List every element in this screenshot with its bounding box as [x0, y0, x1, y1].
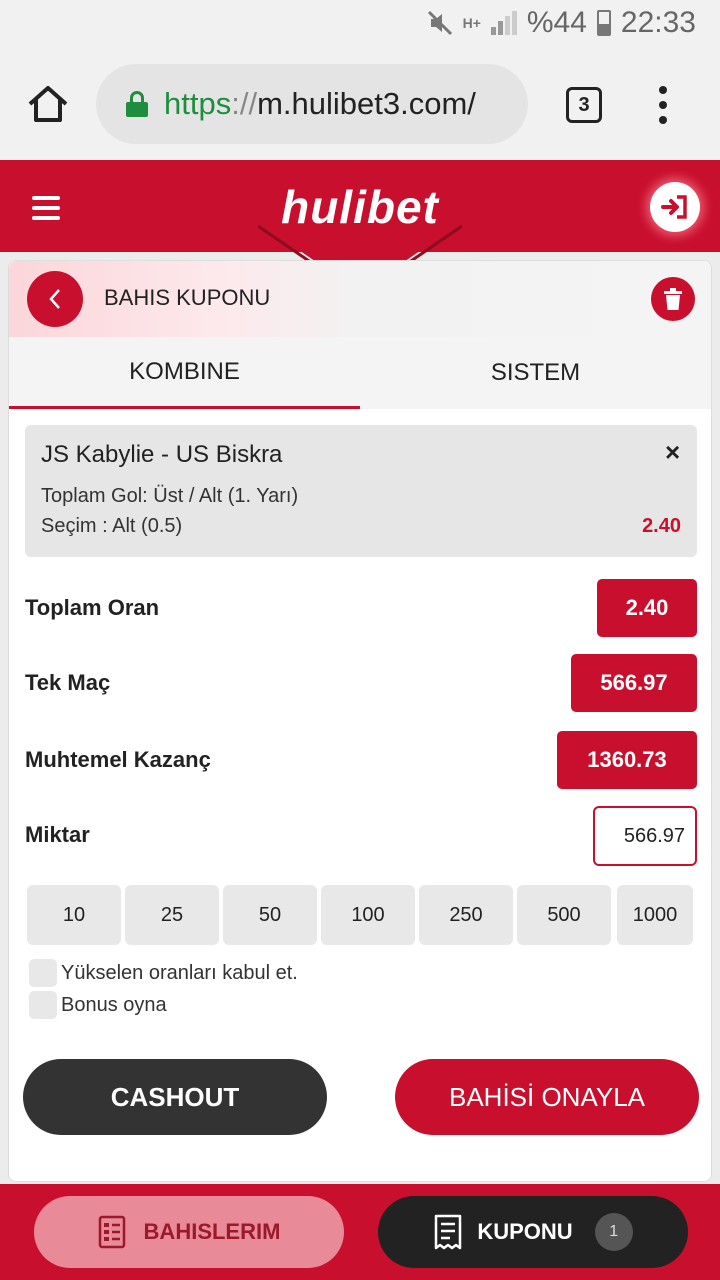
amount-label: Miktar	[25, 822, 90, 847]
accept-odds-checkbox[interactable]	[29, 959, 57, 987]
coupon-button[interactable]: KUPONU 1	[378, 1196, 688, 1268]
url-scheme: https	[164, 86, 232, 121]
bet-slip-title: BAHIS KUPONU	[104, 285, 271, 310]
login-icon	[661, 195, 687, 219]
quick-amount-button[interactable]: 100	[321, 885, 415, 945]
bet-slip-panel: BAHIS KUPONU KOMBINE SISTEM JS Kabylie -…	[8, 260, 712, 1182]
browser-toolbar: https://m.hulibet3.com/ 3	[0, 50, 720, 160]
tab-combine[interactable]: KOMBINE	[9, 337, 360, 409]
status-bar: H+ %44 22:33	[0, 0, 720, 50]
hamburger-menu-icon[interactable]	[32, 196, 60, 220]
quick-amount-button[interactable]: 50	[223, 885, 317, 945]
match-name: JS Kabylie - US Biskra	[41, 441, 283, 468]
selection-odds: 2.40	[642, 515, 681, 537]
trash-icon	[664, 288, 682, 310]
amount-input[interactable]	[593, 806, 697, 866]
receipt-icon	[435, 1214, 462, 1250]
quick-amount-button[interactable]: 25	[125, 885, 219, 945]
quick-amount-button[interactable]: 250	[419, 885, 513, 945]
bonus-option[interactable]: Bonus oyna	[29, 991, 167, 1019]
bottom-navigation: BAHISLERIM KUPONU 1	[0, 1184, 720, 1280]
quick-amount-buttons: 10 25 50 100 250 500 1000	[27, 885, 695, 945]
bets-list-icon	[98, 1215, 125, 1249]
total-odds-label: Toplam Oran	[25, 595, 160, 620]
bet-type-tabs: KOMBINE SISTEM	[9, 337, 711, 409]
coupon-count-badge: 1	[594, 1213, 633, 1251]
selection-name: Seçim : Alt (0.5)	[41, 515, 183, 537]
network-type: H+	[462, 15, 481, 31]
clear-slip-button[interactable]	[651, 277, 695, 321]
tab-system[interactable]: SISTEM	[360, 337, 711, 409]
total-odds-row: Toplam Oran 2.40	[25, 579, 697, 639]
home-icon[interactable]	[24, 80, 72, 128]
my-bets-button[interactable]: BAHISLERIM	[34, 1196, 344, 1268]
coupon-label: KUPONU	[477, 1219, 573, 1244]
potential-winnings-label: Muhtemel Kazanç	[25, 747, 211, 772]
potential-winnings-value: 1360.73	[557, 731, 697, 789]
confirm-bet-button[interactable]: BAHİSİ ONAYLA	[395, 1059, 699, 1135]
single-bet-value: 566.97	[571, 654, 697, 712]
bet-slip-header: BAHIS KUPONU	[9, 261, 711, 337]
total-odds-value: 2.40	[597, 579, 697, 637]
url-separator: ://	[231, 86, 258, 121]
cashout-button[interactable]: CASHOUT	[23, 1059, 327, 1135]
url-host: m.hulibet3.com/	[257, 86, 476, 121]
accept-odds-label: Yükselen oranları kabul et.	[61, 961, 298, 984]
bonus-label: Bonus oyna	[61, 993, 167, 1016]
quick-amount-button[interactable]: 1000	[617, 885, 693, 945]
remove-selection-icon[interactable]: ×	[665, 437, 680, 468]
single-bet-label: Tek Maç	[25, 670, 111, 695]
single-bet-row: Tek Maç 566.97	[25, 654, 697, 714]
tab-switcher-button[interactable]: 3	[566, 87, 602, 123]
battery-icon	[596, 10, 611, 36]
battery-percent: %44	[526, 6, 587, 39]
mute-icon	[427, 10, 452, 36]
signal-icon	[490, 11, 517, 35]
bonus-checkbox[interactable]	[29, 991, 57, 1019]
potential-winnings-row: Muhtemel Kazanç 1360.73	[25, 731, 697, 791]
lock-icon	[126, 91, 148, 117]
accept-odds-option[interactable]: Yükselen oranları kabul et.	[29, 959, 298, 987]
quick-amount-button[interactable]: 500	[517, 885, 611, 945]
brand-logo[interactable]: hulibet	[270, 180, 450, 234]
url-bar[interactable]: https://m.hulibet3.com/	[96, 64, 528, 144]
selection-card: JS Kabylie - US Biskra × Toplam Gol: Üst…	[25, 425, 697, 557]
amount-row: Miktar	[25, 806, 697, 866]
market-name: Toplam Gol: Üst / Alt (1. Yarı)	[41, 485, 299, 507]
clock: 22:33	[620, 6, 696, 39]
quick-amount-button[interactable]: 10	[27, 885, 121, 945]
chevron-left-icon	[49, 289, 60, 309]
back-button[interactable]	[27, 271, 83, 327]
overflow-menu-icon[interactable]	[656, 86, 670, 124]
login-button[interactable]	[650, 182, 700, 232]
my-bets-label: BAHISLERIM	[143, 1219, 281, 1244]
